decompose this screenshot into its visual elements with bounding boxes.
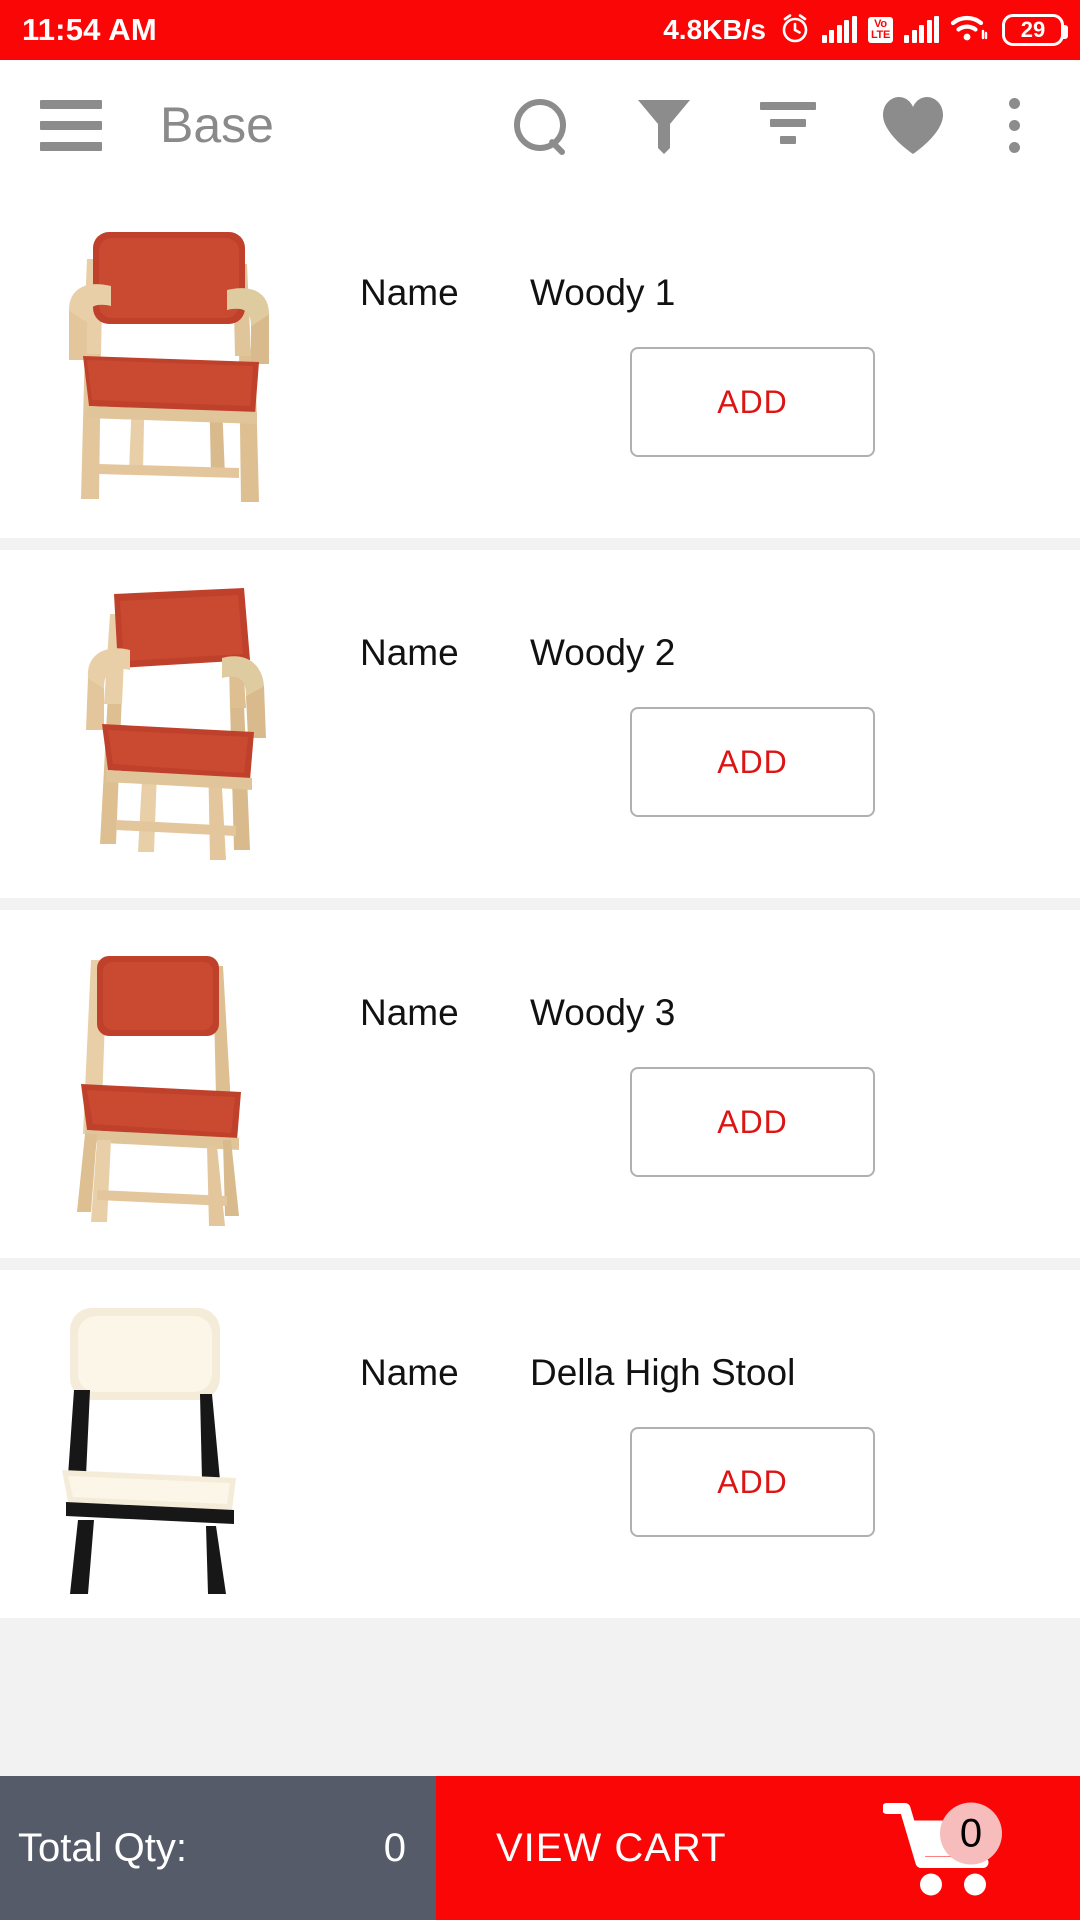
hamburger-line <box>40 99 102 109</box>
shopping-cart-icon: 0 <box>881 1801 1008 1896</box>
funnel-filter-icon <box>636 96 692 154</box>
side-chair-illustration <box>77 956 241 1226</box>
wifi-icon <box>950 13 988 48</box>
total-qty-section: Total Qty: 0 <box>0 1776 436 1920</box>
bottom-action-bar: Total Qty: 0 VIEW CART 0 <box>0 1776 1080 1920</box>
product-info: Name Woody 3 ADD <box>340 910 1080 1258</box>
hamburger-line <box>40 120 102 130</box>
page-title: Base <box>160 97 274 153</box>
sort-line <box>770 119 806 127</box>
product-field-label: Name <box>360 1352 459 1393</box>
network-speed-text: 4.8KB/s <box>663 14 766 45</box>
product-info: Name Woody 1 ADD <box>340 190 1080 538</box>
status-bar-clock: 11:54 AM <box>22 12 157 47</box>
product-thumbnail <box>0 550 340 898</box>
total-qty-label: Total Qty: <box>18 1825 187 1870</box>
add-to-cart-button[interactable]: ADD <box>630 707 875 817</box>
view-cart-button[interactable]: VIEW CART 0 <box>436 1776 1080 1920</box>
product-name: Woody 1 <box>530 272 676 313</box>
product-name: Della High Stool <box>530 1352 796 1393</box>
battery-icon: 29 <box>1002 14 1068 46</box>
product-list[interactable]: Name Woody 1 ADD Name Woody 2 ADD Name W… <box>0 190 1080 1776</box>
signal-bars-icon-sim2 <box>904 16 939 43</box>
product-card[interactable]: Name Woody 3 ADD <box>0 910 1080 1258</box>
hamburger-menu-icon[interactable] <box>40 99 102 151</box>
total-qty-value: 0 <box>383 1825 406 1870</box>
product-field-label: Name <box>360 272 459 313</box>
product-thumbnail <box>0 910 340 1258</box>
signal-bars-icon-sim1 <box>821 16 857 43</box>
app-toolbar: Base <box>0 60 1080 190</box>
product-thumbnail <box>0 1270 340 1618</box>
product-card[interactable]: Name Woody 2 ADD <box>0 550 1080 898</box>
alarm-clock-icon <box>779 12 811 49</box>
add-to-cart-button[interactable]: ADD <box>630 1067 875 1177</box>
volte-icon: Vo LTE <box>867 17 893 43</box>
search-icon <box>514 99 566 151</box>
armchair-angled-illustration <box>86 588 266 860</box>
product-info: Name Della High Stool ADD <box>340 1270 1080 1618</box>
sort-button[interactable] <box>726 60 850 190</box>
product-thumbnail <box>0 190 340 538</box>
filter-button[interactable] <box>602 60 726 190</box>
product-field-label: Name <box>360 992 459 1033</box>
battery-percent-label: 29 <box>1020 17 1046 42</box>
more-vertical-icon <box>1008 97 1020 153</box>
overflow-menu-button[interactable] <box>974 60 1054 190</box>
dot <box>1008 119 1020 131</box>
product-card[interactable]: Name Woody 1 ADD <box>0 190 1080 538</box>
cart-count-badge: 0 <box>940 1802 1002 1865</box>
high-stool-illustration <box>62 1308 236 1594</box>
volte-line-2: LTE <box>870 29 890 41</box>
product-info: Name Woody 2 ADD <box>340 550 1080 898</box>
armchair-illustration <box>69 232 269 502</box>
product-name: Woody 2 <box>530 632 676 673</box>
dot <box>1008 97 1020 109</box>
sort-line <box>780 136 796 144</box>
sort-icon <box>760 102 816 148</box>
search-button[interactable] <box>478 60 602 190</box>
add-to-cart-button[interactable]: ADD <box>630 1427 875 1537</box>
add-to-cart-button[interactable]: ADD <box>630 347 875 457</box>
hamburger-line <box>40 141 102 151</box>
toolbar-actions <box>478 60 1054 190</box>
heart-icon <box>881 96 943 154</box>
view-cart-label: VIEW CART <box>496 1825 727 1870</box>
status-bar: 11:54 AM 4.8KB/s Vo LTE 29 <box>0 0 1080 60</box>
dot <box>1008 141 1020 153</box>
favorites-button[interactable] <box>850 60 974 190</box>
product-name: Woody 3 <box>530 992 676 1033</box>
status-bar-icons: 4.8KB/s Vo LTE 29 <box>663 12 1068 49</box>
sort-line <box>760 102 816 110</box>
product-field-label: Name <box>360 632 459 673</box>
product-card[interactable]: Name Della High Stool ADD <box>0 1270 1080 1618</box>
